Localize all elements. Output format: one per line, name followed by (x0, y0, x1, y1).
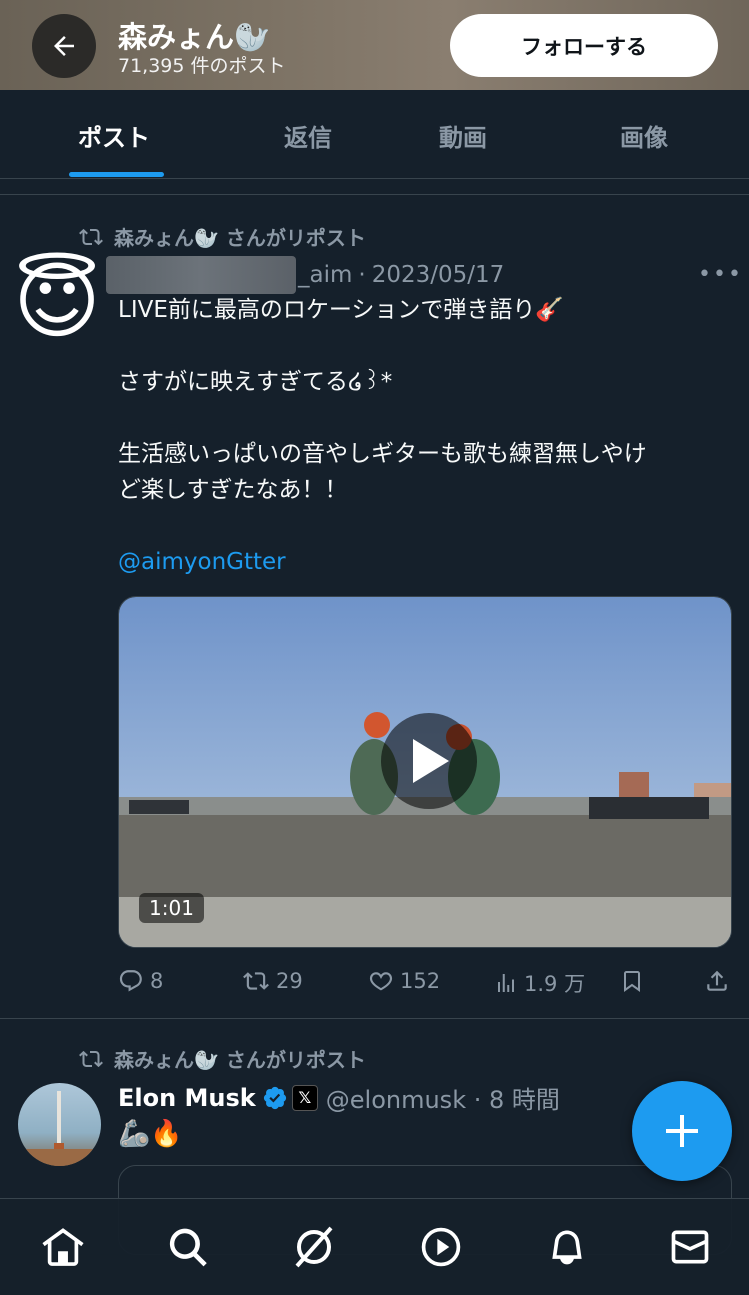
tab-posts[interactable]: ポスト (78, 118, 150, 153)
home-icon (42, 1228, 84, 1266)
video-player[interactable]: 1:01 (118, 596, 732, 948)
reply-icon (119, 970, 142, 992)
divider (0, 1018, 749, 1019)
nav-video[interactable] (417, 1223, 465, 1271)
like-count: 152 (400, 969, 441, 993)
post-text: 🦾🔥 (118, 1119, 183, 1149)
nav-messages[interactable] (666, 1223, 714, 1271)
play-icon (413, 739, 449, 783)
share-button[interactable] (704, 968, 736, 994)
nav-home[interactable] (39, 1223, 87, 1271)
bottom-navigation (0, 1198, 749, 1295)
bookmark-icon (624, 971, 640, 992)
tab-images[interactable]: 画像 (620, 118, 668, 153)
reply-button[interactable]: 8 (118, 968, 163, 994)
repost-label: 森みょん🦭 さんがリポスト (114, 226, 366, 250)
repost-indicator: 森みょん🦭 さんがリポスト (78, 222, 366, 251)
x-affiliate-badge-icon: 𝕏 (291, 1084, 318, 1111)
repost-icon (79, 228, 103, 245)
bookmark-button[interactable] (620, 968, 650, 994)
repost-indicator: 森みょん🦭 さんがリポスト (78, 1044, 366, 1073)
author-avatar[interactable] (18, 1083, 101, 1166)
views-button[interactable]: 1.9 万 (494, 968, 585, 998)
post-author-row: Elon Musk 𝕏 @elonmusk · 8 時間 (118, 1080, 560, 1115)
post-actions: 8 29 152 1.9 万 (118, 968, 732, 998)
play-button[interactable] (381, 713, 477, 809)
repost-count: 29 (276, 969, 303, 993)
analytics-icon (498, 974, 514, 992)
separator-dot: · (358, 262, 366, 288)
heart-icon (369, 972, 393, 991)
author-handle-time[interactable]: @elonmusk · 8 時間 (326, 1080, 560, 1115)
plus-icon (666, 1115, 698, 1147)
nav-notifications[interactable] (543, 1223, 591, 1271)
share-icon (707, 970, 727, 991)
repost-button[interactable]: 29 (242, 968, 303, 994)
post-author-row: _aim · 2023/05/17 (106, 256, 505, 294)
divider (0, 194, 749, 195)
post-text-line: ど楽しすぎたなあ！！ (118, 477, 348, 503)
arrow-left-icon (54, 36, 74, 56)
profile-header: 森みょん🦭 71,395 件のポスト フォローする (0, 0, 749, 90)
search-icon (169, 1228, 207, 1267)
nav-search[interactable] (164, 1223, 212, 1271)
active-tab-indicator (69, 172, 164, 177)
blurred-author-name (106, 256, 296, 294)
profile-name: 森みょん🦭 (118, 20, 271, 54)
back-button[interactable] (32, 14, 96, 78)
bell-icon (552, 1230, 582, 1265)
author-name[interactable]: Elon Musk (118, 1084, 256, 1112)
views-count: 1.9 万 (524, 972, 586, 996)
author-handle[interactable]: _aim (298, 262, 352, 288)
like-button[interactable]: 152 (368, 968, 440, 994)
verified-badge-icon (263, 1086, 286, 1109)
follow-button[interactable]: フォローする (450, 14, 718, 77)
play-circle-icon (421, 1227, 461, 1267)
post-text-line: LIVE前に最高のロケーションで弾き語り🎸 (118, 297, 565, 323)
rocket-image (18, 1091, 101, 1166)
profile-tabs: ポスト 返信 動画 画像 (0, 90, 749, 179)
repost-label: 森みょん🦭 さんがリポスト (114, 1048, 366, 1072)
reply-count: 8 (150, 969, 164, 993)
post-count: 71,395 件のポスト (118, 55, 286, 77)
mention-link[interactable]: @aimyonGtter (118, 544, 286, 580)
repost-icon (243, 972, 269, 990)
tab-replies[interactable]: 返信 (284, 118, 332, 153)
video-duration: 1:01 (139, 893, 204, 923)
compose-button[interactable] (632, 1081, 732, 1181)
grok-icon (295, 1226, 333, 1268)
repost-icon (79, 1050, 103, 1067)
author-avatar[interactable]: 😇 (4, 248, 110, 354)
nav-grok[interactable] (290, 1223, 338, 1271)
post-text-line: さすがに映えすぎてる໒꒱* (118, 369, 393, 395)
post-date[interactable]: 2023/05/17 (372, 262, 505, 288)
mail-icon (671, 1230, 709, 1264)
tab-videos[interactable]: 動画 (439, 118, 487, 153)
post-text-line: 生活感いっぱいの音やしギターも歌も練習無しやけ (118, 441, 647, 467)
more-options-icon[interactable]: ••• (698, 262, 743, 287)
